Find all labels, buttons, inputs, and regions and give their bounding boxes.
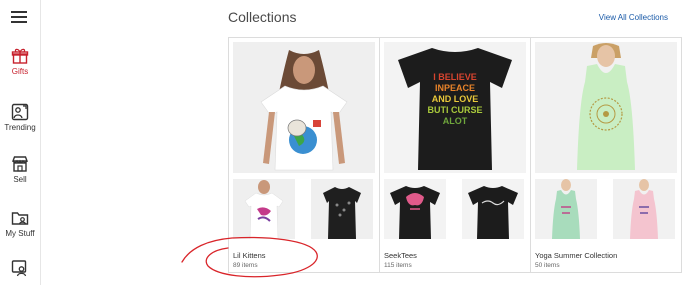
nav-label-sell: Sell (13, 175, 27, 184)
view-all-collections-link[interactable]: View All Collections (599, 13, 668, 22)
nav-item-gifts[interactable]: Gifts (0, 47, 40, 76)
nav-label-gifts: Gifts (11, 67, 29, 76)
folder-icon (11, 212, 29, 225)
collection-thumbnail (535, 179, 597, 239)
shirt-print-line: AND LOVE (432, 94, 479, 104)
nav-label-my-stuff: My Stuff (5, 229, 35, 238)
collection-thumbnail (311, 179, 373, 239)
shirt-print-line: INPEACE (435, 83, 475, 93)
collection-item-count: 115 items (384, 262, 412, 269)
collection-name: SeekTees (384, 251, 417, 260)
collection-main-image (535, 42, 677, 173)
nav-item-account[interactable] (0, 259, 40, 277)
shirt-print-line: I BELIEVE (433, 72, 477, 82)
shirt-print-line: ALOT (443, 116, 468, 126)
collection-thumbnail (384, 179, 446, 239)
nav-item-trending[interactable]: Trending (0, 103, 40, 132)
collection-item-count: 89 items (233, 262, 258, 269)
nav-label-trending: Trending (4, 123, 36, 132)
account-icon (11, 260, 27, 277)
collection-thumbnail (462, 179, 524, 239)
collection-thumbnail (233, 179, 295, 239)
gift-icon (11, 48, 29, 64)
sidebar: Gifts Trending Sell My Stuff (0, 0, 41, 285)
nav-item-my-stuff[interactable]: My Stuff (0, 209, 40, 238)
collection-name: Lil Kittens (233, 251, 266, 260)
page-title: Collections (228, 9, 297, 25)
collection-main-image: I BELIEVE INPEACE AND LOVE BUTI CURSE AL… (384, 42, 526, 173)
trending-icon (11, 103, 29, 121)
store-icon (11, 156, 29, 172)
collection-thumbnail (613, 179, 675, 239)
shirt-print-line: BUTI CURSE (427, 105, 482, 115)
collection-card-yoga-summer[interactable]: Yoga Summer Collection 50 items (530, 37, 682, 273)
nav-item-sell[interactable]: Sell (0, 155, 40, 184)
hamburger-menu-icon[interactable] (11, 11, 27, 23)
collection-item-count: 50 items (535, 262, 560, 269)
collection-card-lil-kittens[interactable]: Lil Kittens 89 items (228, 37, 380, 273)
collection-name: Yoga Summer Collection (535, 251, 618, 260)
collection-main-image (233, 42, 375, 173)
collection-card-seektees[interactable]: I BELIEVE INPEACE AND LOVE BUTI CURSE AL… (379, 37, 531, 273)
